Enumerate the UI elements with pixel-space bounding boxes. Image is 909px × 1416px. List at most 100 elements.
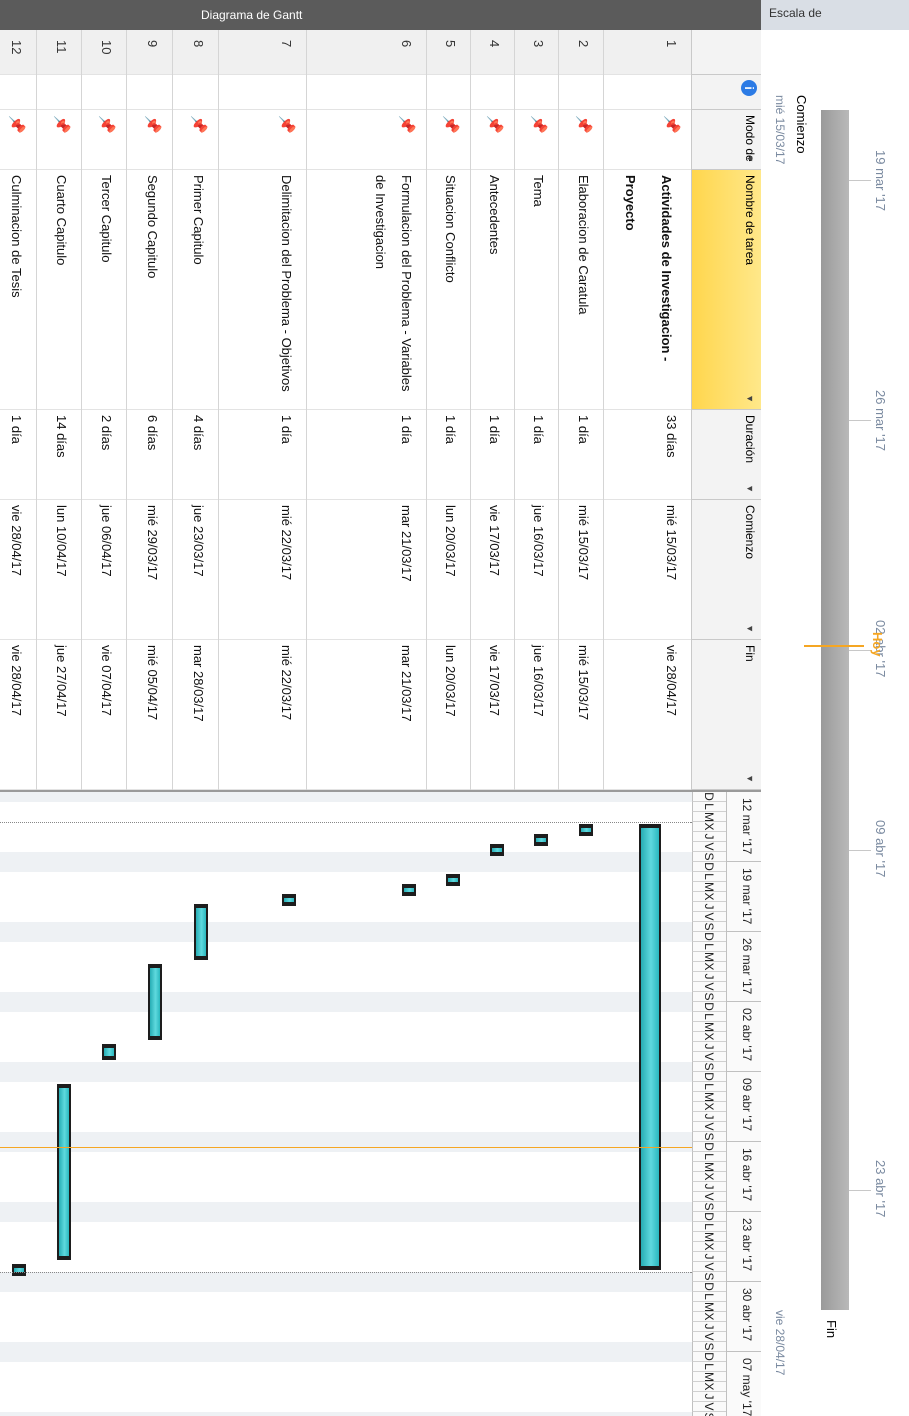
task-bar[interactable] — [194, 904, 208, 960]
task-start-cell[interactable]: mar 21/03/17 — [307, 500, 426, 640]
task-mode-cell[interactable]: 📌 — [471, 110, 514, 170]
task-finish-cell[interactable]: jue 16/03/17 — [515, 640, 558, 790]
task-finish-cell[interactable]: mar 21/03/17 — [307, 640, 426, 790]
row-id[interactable]: 2 — [559, 30, 603, 75]
column-header-id[interactable] — [691, 30, 761, 75]
task-name-cell[interactable]: Segundo Capitulo — [127, 170, 172, 410]
row-id[interactable]: 1 — [604, 30, 691, 75]
task-name-cell[interactable]: Primer Capitulo — [173, 170, 218, 410]
task-finish-cell[interactable]: jue 27/04/17 — [37, 640, 81, 790]
row-id[interactable]: 9 — [127, 30, 172, 75]
task-bar[interactable] — [282, 894, 296, 906]
column-header-task-name[interactable]: Nombre de tarea ▼ — [691, 170, 761, 410]
column-header-indicators[interactable]: i — [691, 75, 761, 110]
task-start-cell[interactable]: jue 23/03/17 — [173, 500, 218, 640]
task-duration-cell[interactable]: 1 día — [559, 410, 603, 500]
task-start-cell[interactable]: mié 15/03/17 — [604, 500, 691, 640]
task-row[interactable]: 3 📌 Tema 1 día jue 16/03/17 jue 16/03/17 — [514, 30, 558, 790]
task-start-cell[interactable]: vie 17/03/17 — [471, 500, 514, 640]
task-start-cell[interactable]: vie 28/04/17 — [0, 500, 36, 640]
task-bar[interactable] — [57, 1084, 71, 1260]
task-name-cell[interactable]: Delimitacion del Problema - Objetivos — [219, 170, 306, 410]
column-header-mode[interactable]: Modo de ▼ — [691, 110, 761, 170]
task-name-cell[interactable]: Cuarto Capitulo — [37, 170, 81, 410]
row-id[interactable]: 7 — [219, 30, 306, 75]
task-name-cell[interactable]: Tema — [515, 170, 558, 410]
task-name-cell[interactable]: Antecedentes — [471, 170, 514, 410]
task-row[interactable]: 12 📌 Culminacion de Tesis 1 día vie 28/04/17… — [0, 30, 36, 790]
timeline-view[interactable]: Comienzo mié 15/03/17 Fin vie 28/04/17 1… — [761, 0, 909, 1416]
row-id[interactable]: 5 — [427, 30, 470, 75]
task-finish-cell[interactable]: vie 28/04/17 — [0, 640, 36, 790]
task-mode-cell[interactable]: 📌 — [515, 110, 558, 170]
row-id[interactable]: 3 — [515, 30, 558, 75]
timeline-bar[interactable] — [821, 110, 849, 1310]
task-duration-cell[interactable]: 6 días — [127, 410, 172, 500]
task-duration-cell[interactable]: 14 días — [37, 410, 81, 500]
task-row[interactable]: 11 📌 Cuarto Capitulo 14 días lun 10/04/17 jue… — [36, 30, 81, 790]
task-duration-cell[interactable]: 1 día — [219, 410, 306, 500]
task-row[interactable]: 2 📌 Elaboracion de Caratula 1 día mié 15/03/… — [558, 30, 603, 790]
row-id[interactable]: 6 — [307, 30, 426, 75]
task-finish-cell[interactable]: vie 17/03/17 — [471, 640, 514, 790]
task-row[interactable]: 10 📌 Tercer Capitulo 2 días jue 06/04/17 vie … — [81, 30, 126, 790]
task-start-cell[interactable]: mié 15/03/17 — [559, 500, 603, 640]
task-mode-cell[interactable]: 📌 — [0, 110, 36, 170]
task-bar[interactable] — [402, 884, 416, 896]
task-name-cell[interactable]: Situacion Conflicto — [427, 170, 470, 410]
row-id[interactable]: 11 — [37, 30, 81, 75]
task-bar[interactable] — [148, 964, 162, 1040]
task-mode-cell[interactable]: 📌 — [604, 110, 691, 170]
task-bar[interactable] — [446, 874, 460, 886]
task-mode-cell[interactable]: 📌 — [427, 110, 470, 170]
row-id[interactable]: 8 — [173, 30, 218, 75]
task-row[interactable]: 7 📌 Delimitacion del Problema - Objetivos 1… — [218, 30, 306, 790]
task-bar[interactable] — [102, 1044, 116, 1060]
task-name-cell[interactable]: Actividades de Investigacion - Proyecto — [604, 170, 691, 410]
task-start-cell[interactable]: lun 10/04/17 — [37, 500, 81, 640]
task-name-cell[interactable]: Formulacion del Problema - Variables de … — [307, 170, 426, 410]
task-finish-cell[interactable]: lun 20/03/17 — [427, 640, 470, 790]
task-row[interactable]: 1 📌 Actividades de Investigacion - Proyect… — [603, 30, 691, 790]
task-bar[interactable] — [534, 834, 548, 846]
row-id[interactable]: 10 — [82, 30, 126, 75]
gantt-chart[interactable]: 12 mar '17 D L M X J V S 19 mar '17 D L M X J V S 26 mar… — [0, 790, 761, 1416]
task-bar[interactable] — [490, 844, 504, 856]
task-finish-cell[interactable]: mié 22/03/17 — [219, 640, 306, 790]
task-start-cell[interactable]: jue 16/03/17 — [515, 500, 558, 640]
task-bar[interactable] — [579, 824, 593, 836]
task-mode-cell[interactable]: 📌 — [559, 110, 603, 170]
task-start-cell[interactable]: lun 20/03/17 — [427, 500, 470, 640]
task-row[interactable]: 9 📌 Segundo Capitulo 6 días mié 29/03/17 mié … — [126, 30, 172, 790]
task-row[interactable]: 4 📌 Antecedentes 1 día vie 17/03/17 vie 17/03… — [470, 30, 514, 790]
task-duration-cell[interactable]: 1 día — [307, 410, 426, 500]
task-start-cell[interactable]: mié 29/03/17 — [127, 500, 172, 640]
task-duration-cell[interactable]: 4 días — [173, 410, 218, 500]
task-duration-cell[interactable]: 33 días — [604, 410, 691, 500]
task-finish-cell[interactable]: mié 15/03/17 — [559, 640, 603, 790]
task-duration-cell[interactable]: 1 día — [0, 410, 36, 500]
task-sheet[interactable]: i Modo de ▼ Nombre de tarea ▼ Duración ▼ Co… — [0, 30, 761, 790]
task-finish-cell[interactable]: vie 07/04/17 — [82, 640, 126, 790]
task-mode-cell[interactable]: 📌 — [307, 110, 426, 170]
task-duration-cell[interactable]: 2 días — [82, 410, 126, 500]
task-start-cell[interactable]: mié 22/03/17 — [219, 500, 306, 640]
task-mode-cell[interactable]: 📌 — [37, 110, 81, 170]
task-mode-cell[interactable]: 📌 — [219, 110, 306, 170]
row-id[interactable]: 12 — [0, 30, 36, 75]
task-finish-cell[interactable]: mar 28/03/17 — [173, 640, 218, 790]
task-finish-cell[interactable]: mié 05/04/17 — [127, 640, 172, 790]
task-row[interactable]: 5 📌 Situacion Conflicto 1 día lun 20/03/17 lu… — [426, 30, 470, 790]
task-mode-cell[interactable]: 📌 — [127, 110, 172, 170]
column-header-finish[interactable]: Fin ▼ — [691, 640, 761, 790]
column-header-duration[interactable]: Duración ▼ — [691, 410, 761, 500]
task-row[interactable]: 8 📌 Primer Capitulo 4 días jue 23/03/17 mar 2… — [172, 30, 218, 790]
task-finish-cell[interactable]: vie 28/04/17 — [604, 640, 691, 790]
task-start-cell[interactable]: jue 06/04/17 — [82, 500, 126, 640]
row-id[interactable]: 4 — [471, 30, 514, 75]
task-mode-cell[interactable]: 📌 — [82, 110, 126, 170]
task-duration-cell[interactable]: 1 día — [515, 410, 558, 500]
task-mode-cell[interactable]: 📌 — [173, 110, 218, 170]
task-duration-cell[interactable]: 1 día — [471, 410, 514, 500]
column-header-start[interactable]: Comienzo ▼ — [691, 500, 761, 640]
